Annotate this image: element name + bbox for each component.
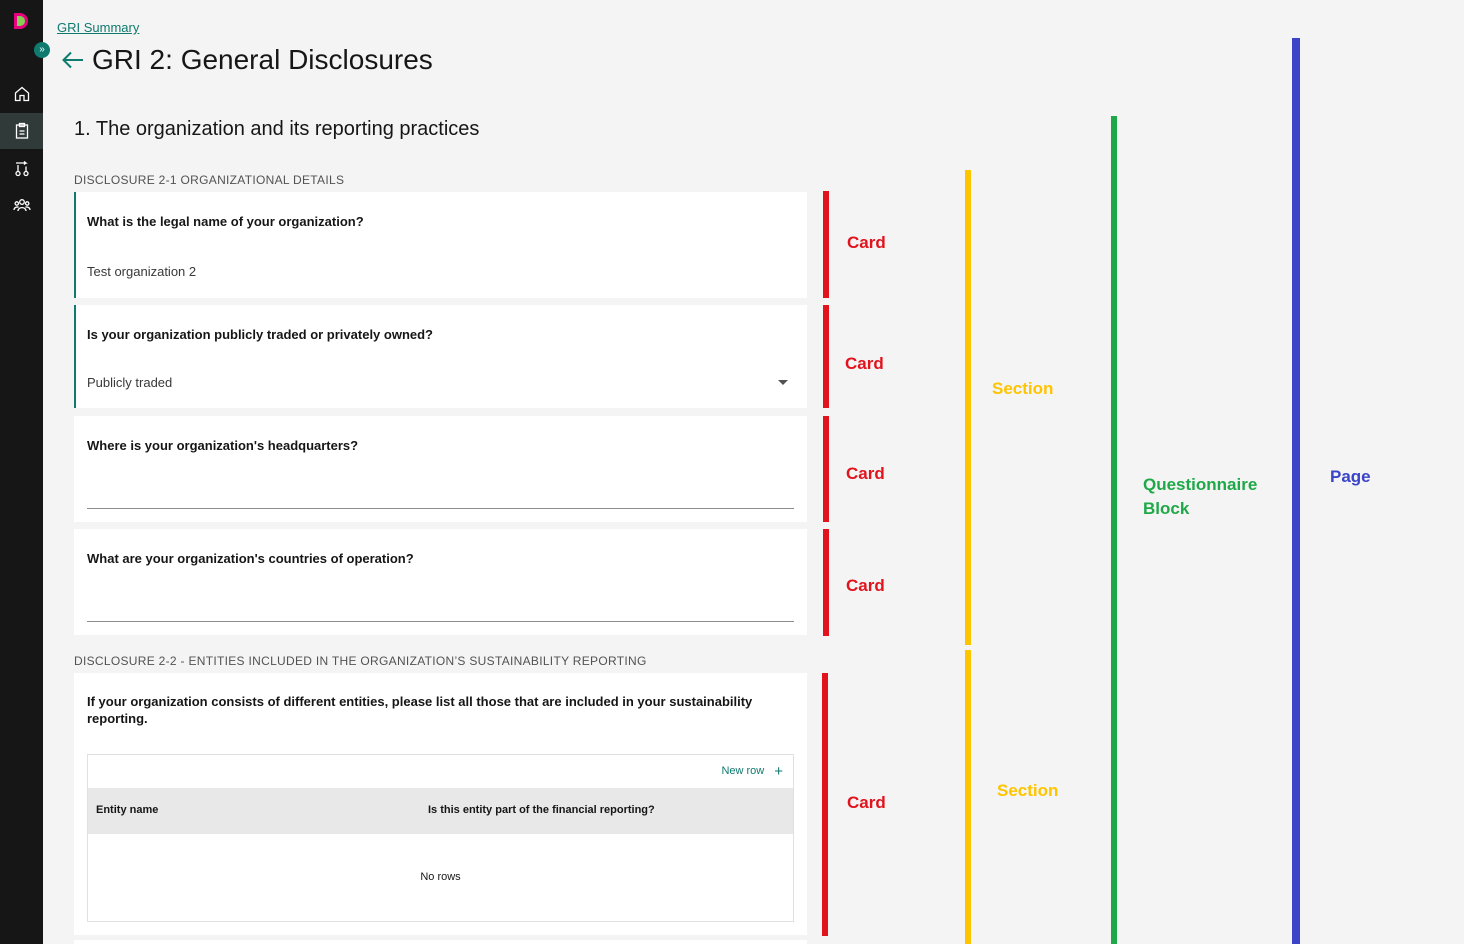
app-logo	[14, 13, 28, 29]
new-row-label: New row	[721, 765, 765, 777]
legal-name-field[interactable]: Test organization 2	[87, 264, 196, 279]
expand-navigation-button[interactable]: »	[34, 42, 50, 58]
entities-table: New row + Entity name Is this entity par…	[87, 754, 794, 922]
side-navigation-rail	[0, 0, 43, 944]
nav-questionnaires[interactable]	[0, 113, 43, 149]
card-annotation-bar	[823, 416, 829, 522]
nav-workflow[interactable]	[0, 151, 43, 187]
section-annotation-bar	[965, 650, 971, 944]
question-card: If your organization consists of differe…	[74, 673, 807, 935]
card-annotation-bar	[823, 191, 829, 298]
page-title: GRI 2: General Disclosures	[92, 44, 433, 75]
column-header-financial-reporting: Is this entity part of the financial rep…	[428, 804, 655, 816]
disclosure-label: DISCLOSURE 2-2 - ENTITIES INCLUDED IN TH…	[74, 654, 647, 668]
question-text: If your organization consists of differe…	[87, 694, 753, 726]
question-card: Where is your organization's headquarter…	[74, 416, 807, 522]
breadcrumb-gri-summary[interactable]: GRI Summary	[57, 20, 139, 35]
chevron-down-icon[interactable]	[778, 380, 788, 385]
section-annotation-bar	[965, 170, 971, 645]
card-annotation-bar	[823, 305, 829, 408]
ownership-select-value[interactable]: Publicly traded	[87, 375, 172, 390]
plus-icon: +	[774, 762, 783, 780]
card-annotation-bar	[822, 673, 828, 936]
page-annotation-label: Page	[1330, 467, 1371, 486]
card-annotation-bar	[823, 529, 829, 636]
nav-home[interactable]	[0, 76, 43, 112]
field-underline	[87, 621, 794, 622]
countries-field[interactable]	[87, 597, 794, 619]
clipboard-icon	[15, 122, 28, 139]
new-row-button[interactable]: New row +	[721, 762, 783, 780]
card-annotation-label: Card	[846, 576, 885, 595]
card-annotation-label: Card	[845, 354, 884, 373]
section-heading: 1. The organization and its reporting pr…	[74, 118, 480, 140]
users-icon	[12, 199, 31, 212]
section-annotation-label: Section	[997, 781, 1059, 800]
section-annotation-label: Section	[992, 379, 1054, 398]
question-text: Is your organization publicly traded or …	[87, 327, 433, 342]
back-arrow-icon[interactable]	[60, 48, 86, 72]
question-card: Is your organization publicly traded or …	[74, 305, 807, 408]
headquarters-field[interactable]	[87, 484, 794, 506]
questionnaire-block-annotation-label: Questionnaire Block	[1143, 475, 1258, 518]
disclosure-label: DISCLOSURE 2-1 ORGANIZATIONAL DETAILS	[74, 173, 345, 187]
workflow-icon	[14, 160, 29, 177]
question-text: What are your organization's countries o…	[87, 551, 414, 566]
nav-users[interactable]	[0, 187, 43, 223]
question-card: What are your organization's countries o…	[74, 529, 807, 635]
card-annotation-label: Card	[846, 464, 885, 483]
question-card	[74, 940, 807, 944]
question-text: What is the legal name of your organizat…	[87, 214, 364, 229]
question-text: Where is your organization's headquarter…	[87, 438, 359, 453]
empty-table-message: No rows	[420, 871, 461, 883]
page-annotation-bar	[1292, 38, 1300, 944]
table-header: Entity name Is this entity part of the f…	[88, 788, 793, 834]
chevron-double-right-icon: »	[39, 44, 45, 55]
card-annotation-label: Card	[847, 793, 886, 812]
question-card: What is the legal name of your organizat…	[74, 192, 807, 298]
questionnaire-block-annotation-bar	[1111, 116, 1117, 944]
card-annotation-label: Card	[847, 233, 886, 252]
field-underline	[87, 508, 794, 509]
column-header-entity-name: Entity name	[96, 804, 159, 816]
home-icon	[14, 86, 29, 102]
